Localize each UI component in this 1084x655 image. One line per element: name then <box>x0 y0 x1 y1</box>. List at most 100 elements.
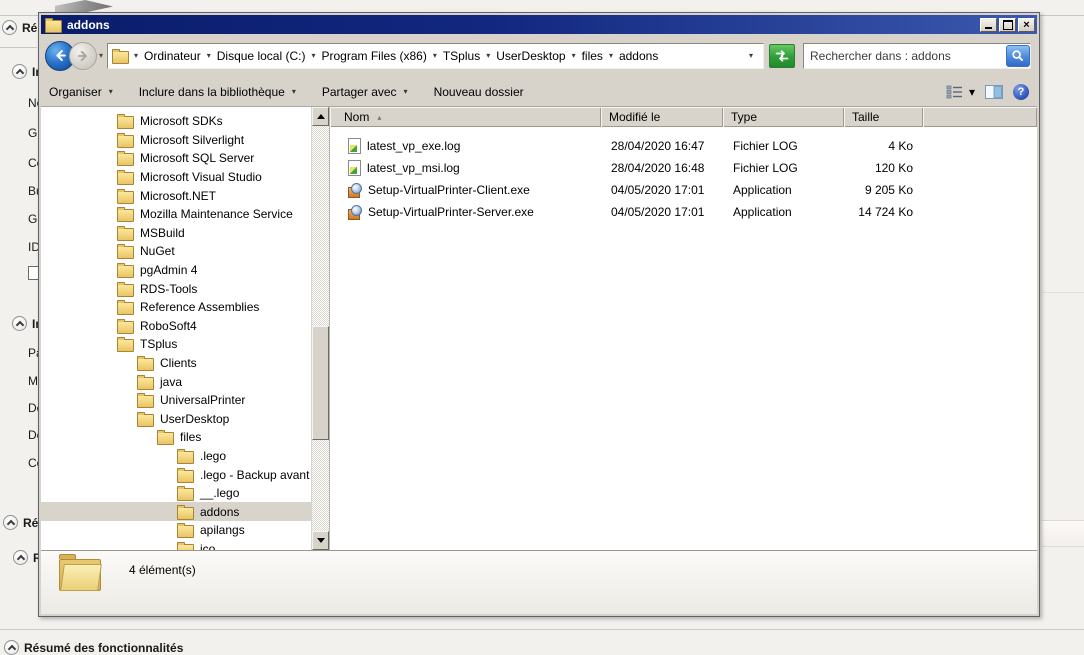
minimize-button[interactable] <box>980 18 997 32</box>
scrollbar-track[interactable] <box>312 126 329 531</box>
close-icon: × <box>1023 20 1029 30</box>
window-title: addons <box>67 18 980 32</box>
explorer-window: addons × ▾ ▾ Ordinateur <box>38 12 1040 617</box>
chevron-down-icon[interactable]: ▾ <box>609 51 613 60</box>
scroll-up-button[interactable] <box>312 107 329 126</box>
collapse-icon[interactable] <box>12 316 27 331</box>
command-toolbar: Organiser ▾ Inclure dans la bibliothèque… <box>41 77 1037 107</box>
tree-item[interactable]: .lego <box>41 447 311 466</box>
folder-icon <box>177 451 194 464</box>
collapse-icon[interactable] <box>3 515 18 530</box>
chevron-down-icon[interactable]: ▾ <box>433 51 437 60</box>
address-breadcrumb-bar[interactable]: ▾ Ordinateur ▾ Disque local (C:) ▾ Progr… <box>107 43 764 69</box>
help-button[interactable]: ? <box>1013 84 1029 100</box>
tree-item[interactable]: Microsoft SQL Server <box>41 149 311 168</box>
chevron-down-icon[interactable]: ▾ <box>311 51 315 60</box>
tree-item[interactable]: __.lego <box>41 484 311 503</box>
folder-tree: Microsoft SDKs Microsoft Silverlight Mic… <box>41 107 311 550</box>
recent-pages-dropdown[interactable]: ▾ <box>99 51 103 60</box>
chevron-down-icon: ▾ <box>404 87 408 96</box>
chevron-down-icon[interactable]: ▾ <box>207 51 211 60</box>
column-header-modified[interactable]: Modifié le <box>601 107 723 127</box>
content-area: Microsoft SDKs Microsoft Silverlight Mic… <box>41 107 1037 550</box>
tree-item[interactable]: Microsoft SDKs <box>41 112 311 131</box>
file-row[interactable]: latest_vp_exe.log 28/04/2020 16:47 Fichi… <box>330 135 1037 157</box>
tree-item[interactable]: java <box>41 372 311 391</box>
change-view-button[interactable]: ▾ <box>946 85 975 99</box>
breadcrumb-program-files[interactable]: Program Files (x86) <box>320 49 427 63</box>
collapse-icon[interactable] <box>12 64 27 79</box>
tree-item[interactable]: Microsoft Visual Studio <box>41 168 311 187</box>
file-row[interactable]: Setup-VirtualPrinter-Client.exe 04/05/20… <box>330 179 1037 201</box>
screen: Rés In No Gr Co Bu Ge ID In Pa Mi De De … <box>0 0 1084 655</box>
folder-icon <box>137 414 154 427</box>
forward-button[interactable] <box>69 42 97 70</box>
tree-item[interactable]: UserDesktop <box>41 410 311 429</box>
column-header-name[interactable]: Nom ▴ <box>330 107 601 127</box>
toolbar-share-with-button[interactable]: Partager avec ▾ <box>322 85 408 99</box>
folder-icon <box>117 321 134 334</box>
tree-item[interactable]: RoboSoft4 <box>41 317 311 336</box>
maximize-button[interactable] <box>999 18 1016 32</box>
collapse-icon[interactable] <box>2 20 17 35</box>
tree-item[interactable]: UniversalPrinter <box>41 391 311 410</box>
tree-item[interactable]: Reference Assemblies <box>41 298 311 317</box>
maximize-icon <box>1003 20 1013 30</box>
tree-item[interactable]: Clients <box>41 354 311 373</box>
tree-item[interactable]: .lego - Backup avant MAJ lego ex <box>41 465 311 484</box>
close-button[interactable]: × <box>1018 18 1035 32</box>
tree-item[interactable]: Microsoft Silverlight <box>41 131 311 150</box>
breadcrumb-addons[interactable]: addons <box>618 49 659 63</box>
tree-scrollbar[interactable] <box>311 107 329 550</box>
tree-item[interactable]: addons <box>41 502 311 521</box>
file-icon <box>348 138 361 154</box>
address-folder-icon <box>112 51 129 64</box>
chevron-down-icon[interactable]: ▾ <box>486 51 490 60</box>
scrollbar-thumb[interactable] <box>312 326 329 440</box>
chevron-down-icon[interactable]: ▾ <box>134 51 138 60</box>
chevron-down-icon: ▾ <box>292 87 296 96</box>
tree-item[interactable]: ico <box>41 540 311 550</box>
file-row[interactable]: latest_vp_msi.log 28/04/2020 16:48 Fichi… <box>330 157 1037 179</box>
column-header-size[interactable]: Taille <box>844 107 923 127</box>
breadcrumb-ordinateur[interactable]: Ordinateur <box>143 49 202 63</box>
refresh-button[interactable] <box>769 44 795 68</box>
tree-item[interactable]: RDS-Tools <box>41 279 311 298</box>
breadcrumb-userdesktop[interactable]: UserDesktop <box>495 49 566 63</box>
tree-item[interactable]: Microsoft.NET <box>41 186 311 205</box>
chevron-down-icon[interactable]: ▾ <box>572 51 576 60</box>
background-divider <box>1042 546 1084 547</box>
breadcrumb-files[interactable]: files <box>581 49 604 63</box>
toolbar-organiser-button[interactable]: Organiser ▾ <box>49 85 113 99</box>
tree-item[interactable]: apilangs <box>41 521 311 540</box>
search-input[interactable]: Rechercher dans : addons <box>804 49 1006 63</box>
background-divider <box>1042 292 1084 293</box>
tree-item[interactable]: MSBuild <box>41 224 311 243</box>
folder-icon <box>117 339 134 352</box>
sort-ascending-icon: ▴ <box>377 113 381 122</box>
toolbar-new-folder-button[interactable]: Nouveau dossier <box>434 85 524 99</box>
preview-pane-button[interactable] <box>985 85 1003 99</box>
preview-pane-icon <box>985 85 1003 99</box>
tree-item[interactable]: pgAdmin 4 <box>41 261 311 280</box>
tree-item[interactable]: TSplus <box>41 335 311 354</box>
search-button[interactable] <box>1006 45 1030 67</box>
scroll-down-button[interactable] <box>312 531 329 550</box>
collapse-icon[interactable] <box>4 640 19 655</box>
tree-item[interactable]: NuGet <box>41 242 311 261</box>
file-row[interactable]: Setup-VirtualPrinter-Server.exe 04/05/20… <box>330 201 1037 223</box>
file-list-pane: Nom ▴ Modifié le Type Taille latest_vp_e… <box>330 107 1037 550</box>
collapse-icon[interactable] <box>13 550 28 565</box>
address-bar: ▾ ▾ Ordinateur ▾ Disque local (C:) ▾ Pro… <box>41 34 1037 77</box>
tree-item[interactable]: files <box>41 428 311 447</box>
file-list: latest_vp_exe.log 28/04/2020 16:47 Fichi… <box>330 127 1037 223</box>
column-header-type[interactable]: Type <box>723 107 844 127</box>
toolbar-include-library-button[interactable]: Inclure dans la bibliothèque ▾ <box>139 85 296 99</box>
breadcrumb-disque-local[interactable]: Disque local (C:) <box>216 49 307 63</box>
folder-icon <box>117 153 134 166</box>
background-divider <box>0 629 1084 630</box>
tree-item[interactable]: Mozilla Maintenance Service <box>41 205 311 224</box>
breadcrumb-tsplus[interactable]: TSplus <box>442 49 481 63</box>
address-history-dropdown[interactable]: ▾ <box>743 51 759 60</box>
title-bar[interactable]: addons × <box>41 15 1037 34</box>
